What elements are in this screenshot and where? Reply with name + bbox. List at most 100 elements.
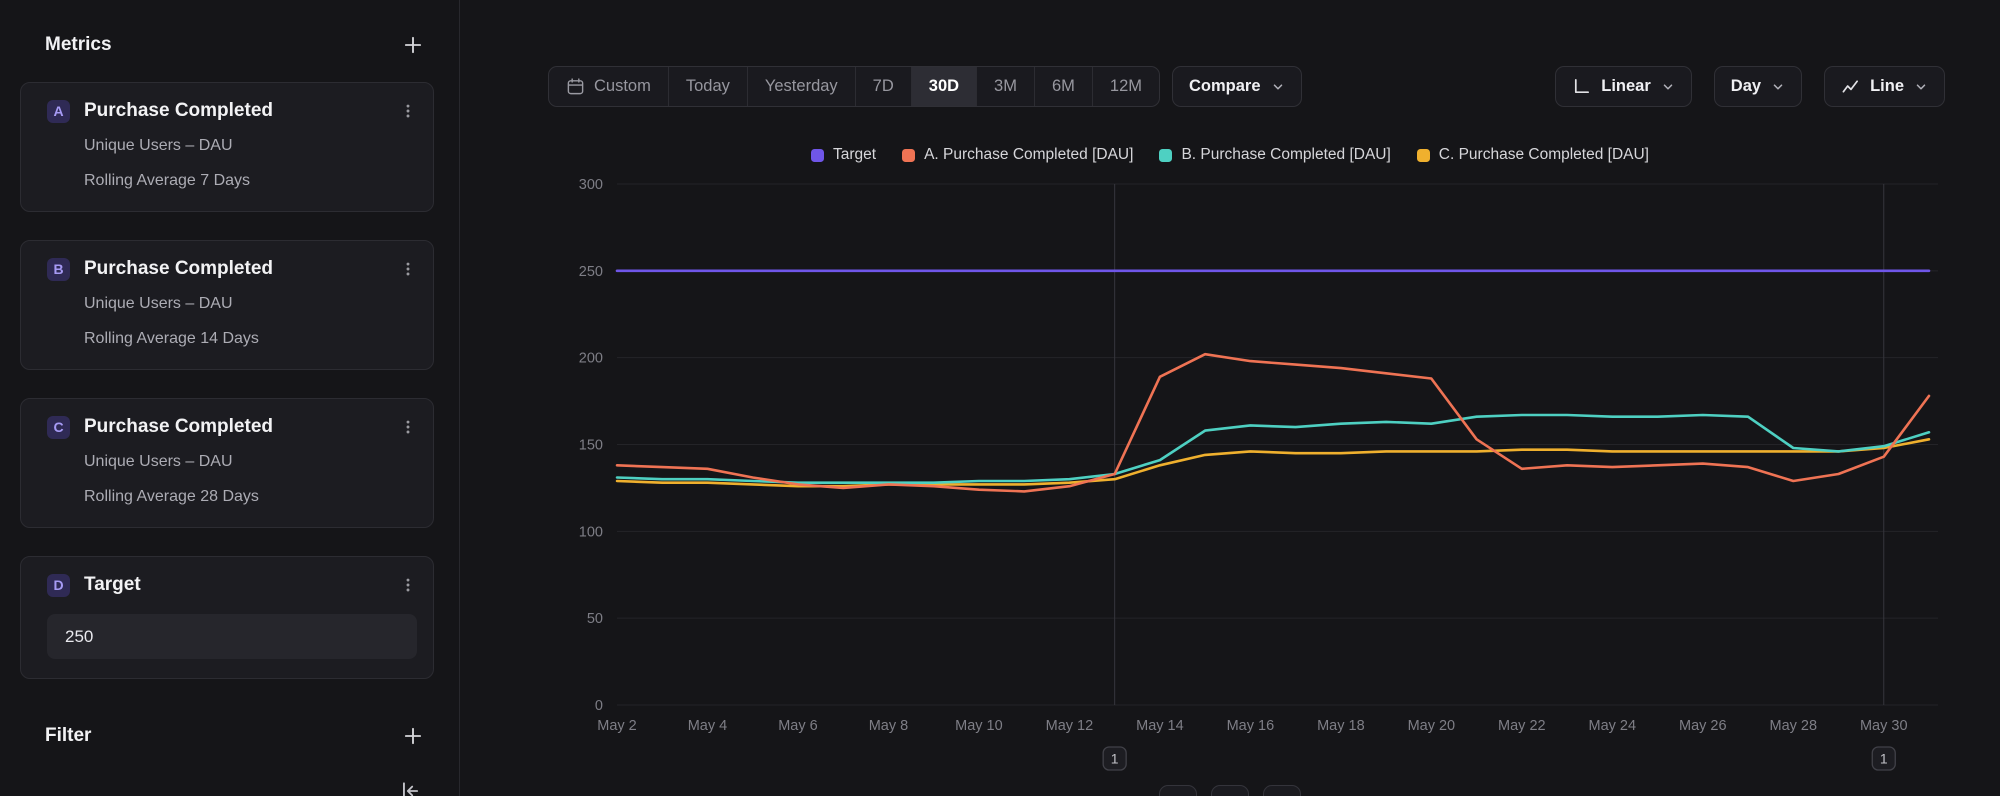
metrics-sidebar: Metrics A Purchase Completed Unique User… xyxy=(0,0,460,796)
x-tick-label: May 24 xyxy=(1589,718,1637,734)
calendar-icon xyxy=(566,77,585,96)
chevron-down-icon xyxy=(1771,80,1785,94)
series-line xyxy=(617,439,1929,486)
target-card[interactable]: D Target xyxy=(20,556,434,679)
metric-card-head: B Purchase Completed xyxy=(47,256,417,282)
x-tick-label: May 18 xyxy=(1317,718,1365,734)
metric-transform: Rolling Average 7 Days xyxy=(84,172,417,192)
metric-badge: A xyxy=(47,100,70,123)
add-filter-button[interactable] xyxy=(402,725,424,747)
annotation-badge[interactable]: 1 xyxy=(1103,747,1126,770)
legend-item[interactable]: C. Purchase Completed [DAU] xyxy=(1417,146,1649,164)
kebab-menu-icon[interactable] xyxy=(399,102,417,120)
scale-label: Linear xyxy=(1601,77,1651,96)
annotation-badge-label: 1 xyxy=(1880,751,1888,767)
metric-measure: Unique Users – DAU xyxy=(84,295,417,315)
collapse-sidebar-icon xyxy=(399,780,421,796)
x-tick-label: May 26 xyxy=(1679,718,1727,734)
range-button-30d[interactable]: 30D xyxy=(911,67,976,106)
legend-item[interactable]: Target xyxy=(811,146,876,164)
metric-card-a[interactable]: A Purchase Completed Unique Users – DAU … xyxy=(20,82,434,212)
legend-label: B. Purchase Completed [DAU] xyxy=(1181,146,1390,164)
target-title: Target xyxy=(84,574,141,596)
metrics-header: Metrics xyxy=(20,32,434,58)
metric-badge: B xyxy=(47,258,70,281)
series-line xyxy=(617,354,1929,491)
metrics-title: Metrics xyxy=(45,34,112,56)
metric-card-head: A Purchase Completed xyxy=(47,98,417,124)
y-tick-label: 50 xyxy=(587,611,603,627)
chart-style-button-1[interactable] xyxy=(1159,785,1197,796)
target-value-input[interactable] xyxy=(47,614,417,659)
y-tick-label: 250 xyxy=(579,264,603,280)
kebab-menu-icon[interactable] xyxy=(399,418,417,436)
add-metric-button[interactable] xyxy=(402,34,424,56)
chart-type-label: Line xyxy=(1870,77,1904,96)
legend-swatch xyxy=(902,149,915,162)
x-tick-label: May 16 xyxy=(1227,718,1275,734)
chart-toolbar: CustomTodayYesterday7D30D3M6M12M Compare… xyxy=(548,66,1945,107)
metric-title: Purchase Completed xyxy=(84,100,273,122)
legend-label: C. Purchase Completed [DAU] xyxy=(1439,146,1649,164)
collapse-sidebar-button[interactable] xyxy=(399,780,421,796)
metric-transform: Rolling Average 28 Days xyxy=(84,488,417,508)
legend-label: Target xyxy=(833,146,876,164)
range-button-custom[interactable]: Custom xyxy=(549,67,668,106)
x-tick-label: May 22 xyxy=(1498,718,1546,734)
chart-type-select-button[interactable]: Line xyxy=(1824,66,1945,107)
chart-svg: 050100150200250300May 2May 4May 6May 8Ma… xyxy=(460,175,2000,796)
range-button-7d[interactable]: 7D xyxy=(855,67,911,106)
x-tick-label: May 10 xyxy=(955,718,1003,734)
line-chart-icon xyxy=(1841,77,1860,96)
y-tick-label: 300 xyxy=(579,177,603,193)
range-button-12m[interactable]: 12M xyxy=(1092,67,1159,106)
granularity-label: Day xyxy=(1731,77,1761,96)
series-line xyxy=(617,415,1929,483)
y-tick-label: 100 xyxy=(579,524,603,540)
kebab-menu-icon[interactable] xyxy=(399,576,417,594)
legend-label: A. Purchase Completed [DAU] xyxy=(924,146,1133,164)
chevron-down-icon xyxy=(1914,80,1928,94)
linear-scale-icon xyxy=(1572,77,1591,96)
x-tick-label: May 4 xyxy=(688,718,728,734)
metric-card-b[interactable]: B Purchase Completed Unique Users – DAU … xyxy=(20,240,434,370)
target-badge: D xyxy=(47,574,70,597)
x-tick-label: May 14 xyxy=(1136,718,1184,734)
metric-title: Purchase Completed xyxy=(84,416,273,438)
x-tick-label: May 2 xyxy=(597,718,637,734)
chart-style-button-2[interactable] xyxy=(1211,785,1249,796)
kebab-menu-icon[interactable] xyxy=(399,260,417,278)
filter-title: Filter xyxy=(45,725,91,747)
range-button-3m[interactable]: 3M xyxy=(976,67,1034,106)
annotation-badge-label: 1 xyxy=(1111,751,1119,767)
x-tick-label: May 30 xyxy=(1860,718,1908,734)
metric-card-head: C Purchase Completed xyxy=(47,414,417,440)
x-tick-label: May 28 xyxy=(1769,718,1817,734)
range-button-today[interactable]: Today xyxy=(668,67,747,106)
granularity-select-button[interactable]: Day xyxy=(1714,66,1802,107)
y-tick-label: 0 xyxy=(595,698,603,714)
annotation-badge[interactable]: 1 xyxy=(1872,747,1895,770)
compare-button[interactable]: Compare xyxy=(1172,66,1302,107)
chevron-down-icon xyxy=(1661,80,1675,94)
legend: Target A. Purchase Completed [DAU] B. Purc… xyxy=(460,146,2000,164)
x-tick-label: May 20 xyxy=(1408,718,1456,734)
legend-item[interactable]: A. Purchase Completed [DAU] xyxy=(902,146,1133,164)
scale-select-button[interactable]: Linear xyxy=(1555,66,1692,107)
chart-style-button-3[interactable] xyxy=(1263,785,1301,796)
bottom-toolbar xyxy=(460,785,2000,796)
target-card-head: D Target xyxy=(47,572,417,598)
chart-panel: CustomTodayYesterday7D30D3M6M12M Compare… xyxy=(460,0,2000,796)
range-button-yesterday[interactable]: Yesterday xyxy=(747,67,855,106)
metric-title: Purchase Completed xyxy=(84,258,273,280)
range-button-6m[interactable]: 6M xyxy=(1034,67,1092,106)
y-tick-label: 150 xyxy=(579,438,603,454)
legend-item[interactable]: B. Purchase Completed [DAU] xyxy=(1159,146,1390,164)
metric-transform: Rolling Average 14 Days xyxy=(84,330,417,350)
chart-options: Linear Day Line xyxy=(1555,66,1945,107)
x-tick-label: May 12 xyxy=(1046,718,1094,734)
metric-card-c[interactable]: C Purchase Completed Unique Users – DAU … xyxy=(20,398,434,528)
compare-label: Compare xyxy=(1189,77,1261,96)
legend-swatch xyxy=(1159,149,1172,162)
x-tick-label: May 6 xyxy=(778,718,818,734)
